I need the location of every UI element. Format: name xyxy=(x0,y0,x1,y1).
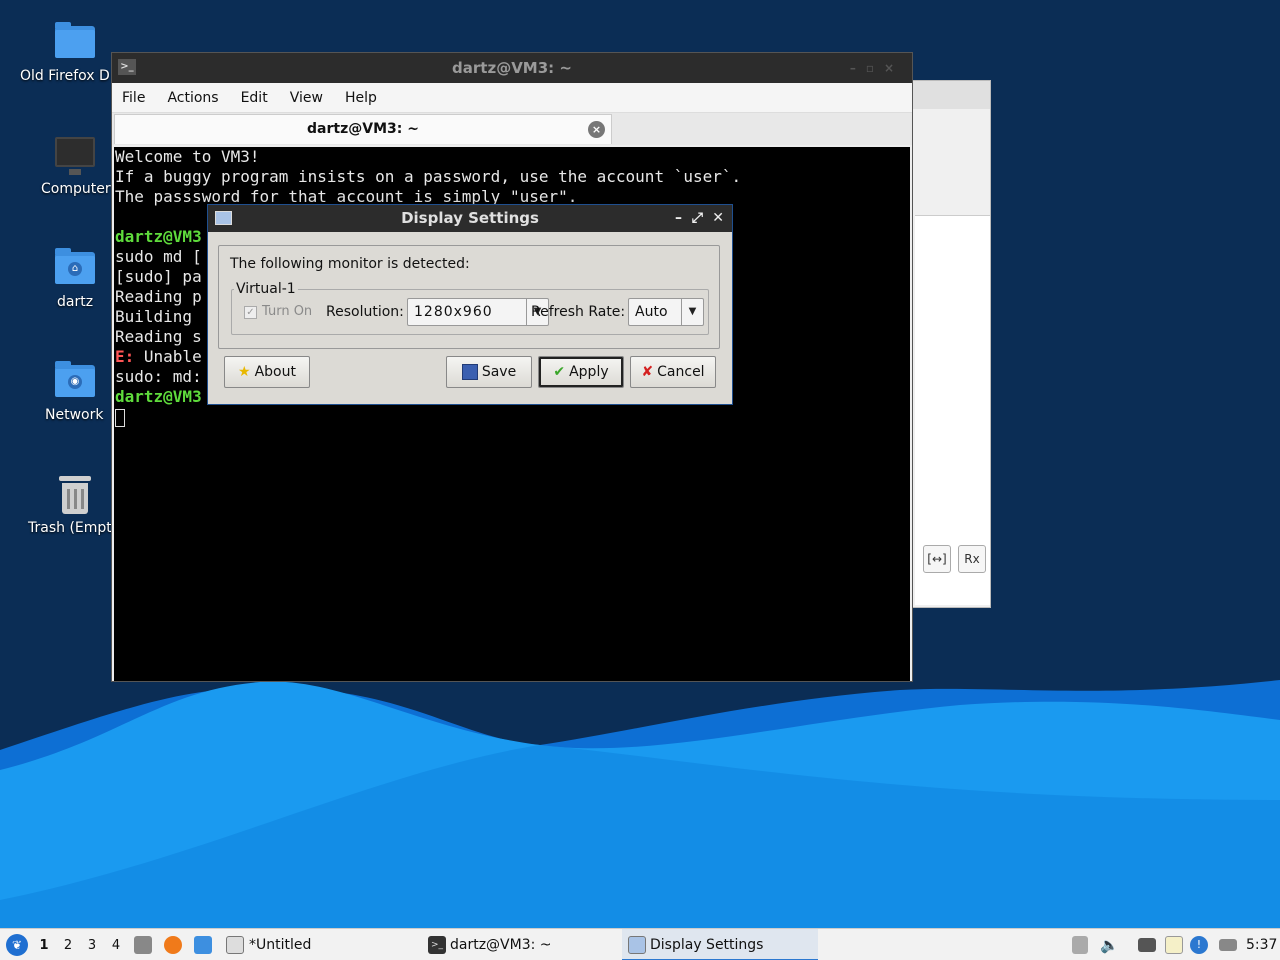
task-label: dartz@VM3: ~ xyxy=(450,937,552,953)
notes-icon[interactable] xyxy=(1165,936,1183,954)
menu-actions[interactable]: Actions xyxy=(167,90,218,106)
dialog-titlebar[interactable]: Display Settings – ⤢ ✕ xyxy=(208,205,732,232)
terminal-tab-label: dartz@VM3: ~ xyxy=(307,121,419,137)
minimize-icon[interactable]: – xyxy=(675,205,682,232)
error-text: Unable xyxy=(134,347,202,366)
workspace-1[interactable]: 1 xyxy=(35,937,53,955)
terminal-app-icon: >_ xyxy=(118,59,136,75)
terminal-line: If a buggy program insists on a password… xyxy=(115,167,742,186)
error-prefix: E: xyxy=(115,347,135,366)
workspace-4[interactable]: 4 xyxy=(107,937,125,955)
background-window-titlebar[interactable] xyxy=(901,81,990,109)
save-button-label: Save xyxy=(481,364,517,380)
turn-on-checkbox[interactable]: ✓ xyxy=(244,306,257,319)
file-manager-icon[interactable] xyxy=(134,936,152,954)
start-menu-icon[interactable]: ❦ xyxy=(6,934,28,956)
display-settings-dialog[interactable]: Display Settings – ⤢ ✕ The following mon… xyxy=(207,204,733,405)
terminal-titlebar[interactable]: >_ dartz@VM3: ~ –▫× xyxy=(112,53,912,83)
folder-icon xyxy=(55,22,95,58)
terminal-title: dartz@VM3: ~ xyxy=(452,59,572,77)
maximize-icon[interactable]: ⤢ xyxy=(692,205,703,232)
arrow-up-icon[interactable] xyxy=(1072,936,1088,954)
notification-icon[interactable]: ! xyxy=(1190,936,1208,954)
apply-button-label: Apply xyxy=(569,364,609,380)
folder-launcher-icon[interactable] xyxy=(194,936,212,954)
chevron-down-icon: ▼ xyxy=(681,299,703,325)
dialog-title: Display Settings xyxy=(401,209,539,227)
terminal-window-buttons[interactable]: –▫× xyxy=(850,53,904,83)
turn-on-label: Turn On xyxy=(262,304,313,319)
display-icon xyxy=(628,936,646,954)
close-icon[interactable]: ✕ xyxy=(712,205,724,232)
menu-file[interactable]: File xyxy=(122,90,145,106)
volume-icon[interactable]: 🔈 xyxy=(1100,936,1119,954)
terminal-menubar: File Actions Edit View Help xyxy=(112,83,912,113)
network-folder-icon: ◉ xyxy=(55,361,95,397)
terminal-icon: >_ xyxy=(428,936,446,954)
monitor-name: Virtual-1 xyxy=(234,281,298,297)
save-button[interactable]: Save xyxy=(446,356,532,388)
terminal-tab-bar: dartz@VM3: ~ × xyxy=(112,113,912,145)
menu-edit[interactable]: Edit xyxy=(241,90,268,106)
about-button-label: About xyxy=(254,364,296,380)
detected-label: The following monitor is detected: xyxy=(230,256,470,272)
floppy-save-icon xyxy=(461,364,478,380)
resolution-value: 1280x960 xyxy=(414,304,493,320)
cancel-button[interactable]: ✘ Cancel xyxy=(630,356,716,388)
terminal-line: Welcome to VM3! xyxy=(115,147,260,166)
resolution-label: Resolution: xyxy=(326,304,404,320)
trash-icon xyxy=(59,476,91,514)
network-tray-icon[interactable] xyxy=(1138,938,1156,952)
terminal-cursor xyxy=(115,408,125,427)
monitor-frame: The following monitor is detected: Virtu… xyxy=(218,245,720,349)
keyboard-icon[interactable] xyxy=(1219,939,1237,951)
task-untitled[interactable]: *Untitled xyxy=(224,929,414,960)
about-button[interactable]: ★ About xyxy=(224,356,310,388)
task-label: Display Settings xyxy=(650,937,764,953)
monitor-icon xyxy=(55,137,95,175)
firefox-icon[interactable] xyxy=(164,936,182,954)
refresh-rate-label: Refresh Rate: xyxy=(531,304,626,320)
cancel-button-label: Cancel xyxy=(657,364,705,380)
terminal-tab[interactable]: dartz@VM3: ~ × xyxy=(114,114,612,144)
checkmark-icon: ✔ xyxy=(553,364,566,380)
apply-button[interactable]: ✔ Apply xyxy=(538,356,624,388)
workspace-3[interactable]: 3 xyxy=(83,937,101,955)
task-display-settings[interactable]: Display Settings xyxy=(622,929,818,960)
red-x-icon: ✘ xyxy=(641,364,654,380)
background-window[interactable]: [↔] Rx xyxy=(900,80,991,608)
refresh-rate-value: Auto xyxy=(635,304,668,320)
close-tab-icon[interactable]: × xyxy=(588,121,605,138)
background-window-button-2[interactable]: Rx xyxy=(958,545,986,573)
display-app-icon xyxy=(215,211,232,225)
workspace-2[interactable]: 2 xyxy=(59,937,77,955)
resolution-select[interactable]: 1280x960 ▼ xyxy=(407,298,549,326)
menu-view[interactable]: View xyxy=(290,90,323,106)
monitor-group: Virtual-1 ✓ Turn On Resolution: 1280x960… xyxy=(231,281,709,335)
text-editor-icon xyxy=(226,936,244,954)
taskbar: ❦ 1 2 3 4 *Untitled >_ dartz@VM3: ~ Disp… xyxy=(0,928,1280,960)
background-window-button-1[interactable]: [↔] xyxy=(923,545,951,573)
home-folder-icon: ⌂ xyxy=(55,248,95,284)
task-terminal[interactable]: >_ dartz@VM3: ~ xyxy=(426,929,616,960)
menu-help[interactable]: Help xyxy=(345,90,377,106)
star-icon: ★ xyxy=(238,364,251,380)
refresh-rate-select[interactable]: Auto ▼ xyxy=(628,298,704,326)
clock[interactable]: 5:37 xyxy=(1246,929,1277,960)
task-label: *Untitled xyxy=(249,937,312,953)
